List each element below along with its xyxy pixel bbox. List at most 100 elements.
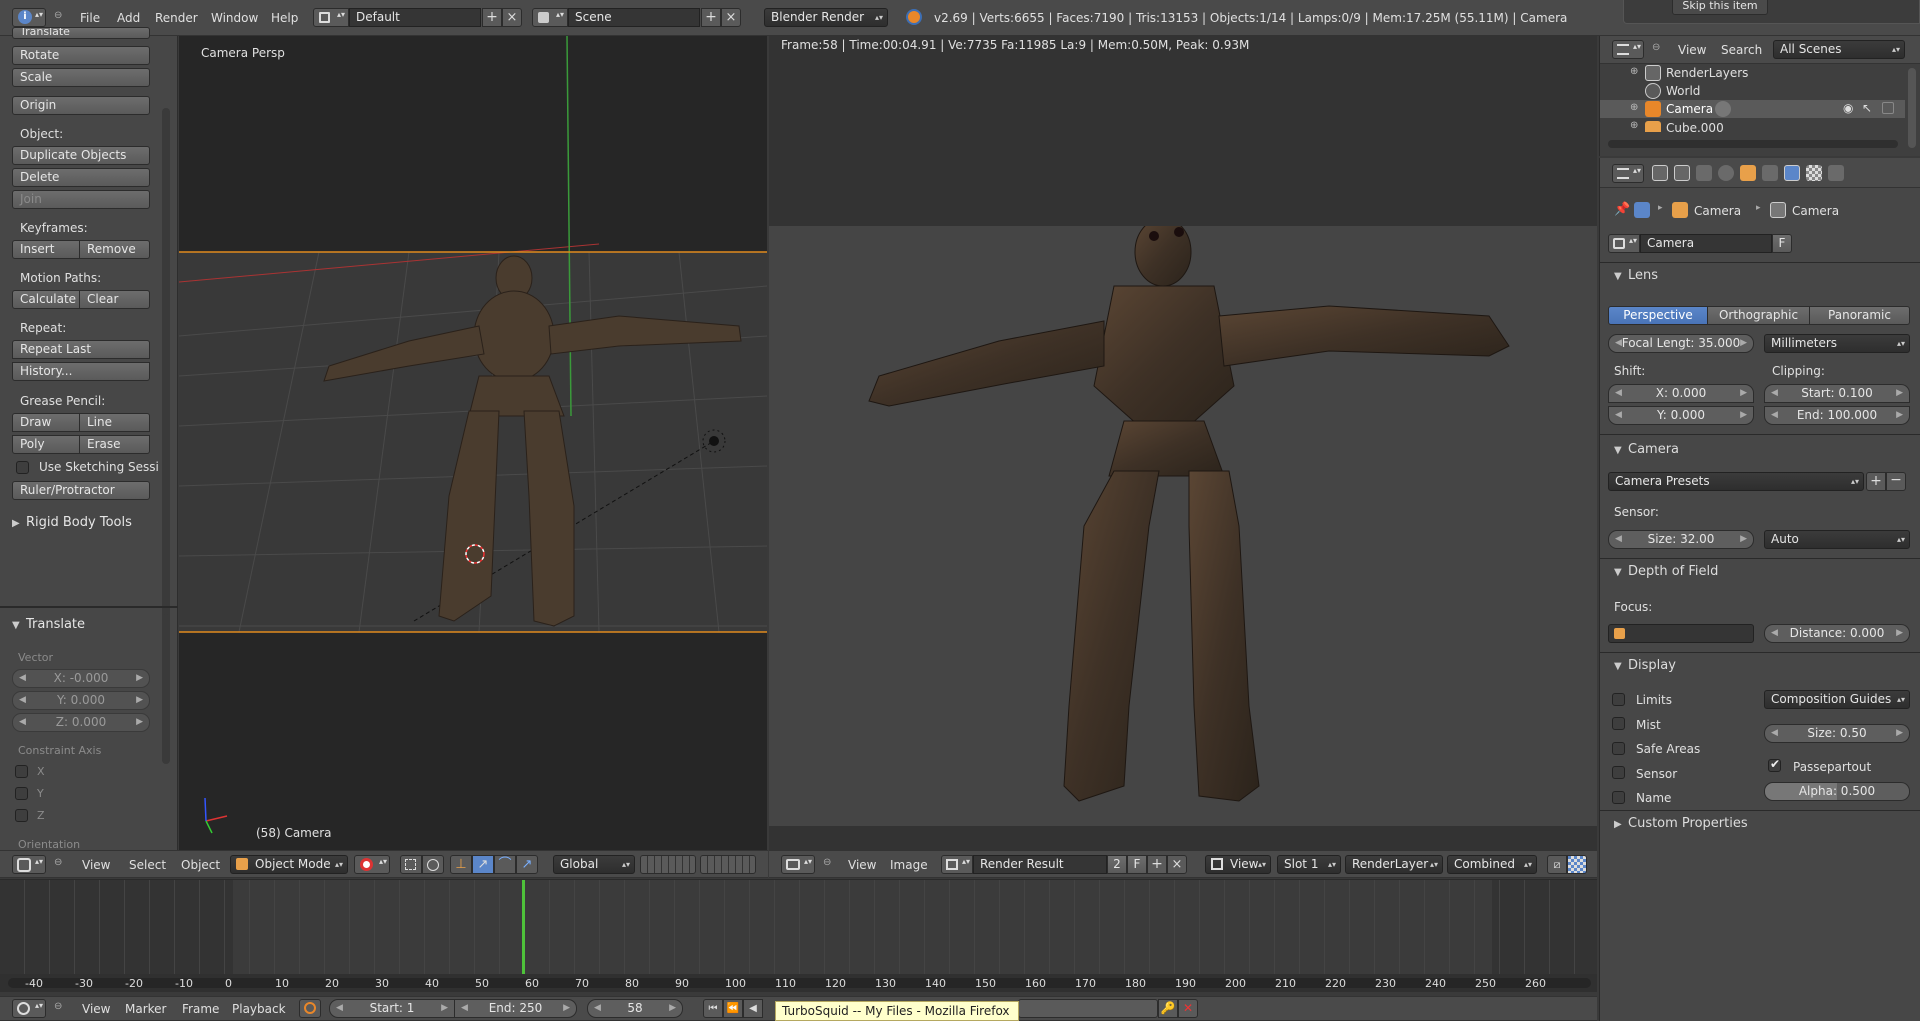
translate-button[interactable]: Translate: [12, 27, 150, 39]
focus-distance-field[interactable]: ◀ Distance: 0.000 ▶: [1764, 624, 1910, 643]
poly-button[interactable]: Poly: [12, 435, 80, 454]
depth-of-field-panel-header[interactable]: ▼ Depth of Field: [1614, 560, 1914, 584]
scale-manipulator-icon[interactable]: ↗: [516, 855, 538, 874]
menu-view[interactable]: View: [82, 858, 110, 872]
sensor-fit-dropdown[interactable]: Auto ▴▾: [1764, 530, 1910, 549]
camera-presets-dropdown[interactable]: Camera Presets ▴▾: [1608, 472, 1864, 491]
new-image-icon[interactable]: +: [1147, 855, 1167, 874]
layout-name-field[interactable]: Default: [349, 8, 481, 27]
insert-keyframe-button[interactable]: Insert: [12, 240, 80, 259]
calculate-paths-button[interactable]: Calculate: [12, 290, 80, 309]
collapse-menu-icon[interactable]: ⊖: [54, 857, 62, 868]
sensor-size-field[interactable]: ◀ Size: 32.00 ▶: [1608, 530, 1754, 549]
scale-button[interactable]: Scale: [12, 68, 150, 87]
safe-areas-checkbox[interactable]: [1612, 742, 1625, 755]
layout-selector-button[interactable]: ▴▾: [313, 8, 349, 27]
timeline[interactable]: [0, 879, 1597, 992]
passepartout-alpha-slider[interactable]: Alpha: 0.500: [1764, 782, 1910, 801]
clip-start-field[interactable]: ◀ Start: 0.100 ▶: [1764, 384, 1910, 403]
editor-type-properties-button[interactable]: ▴▾: [1612, 164, 1644, 183]
record-keyframes-button[interactable]: [299, 999, 321, 1018]
skip-item-button[interactable]: Skip this item: [1672, 0, 1768, 15]
render-camera-icon[interactable]: [1882, 102, 1894, 114]
menu-object[interactable]: Object: [181, 858, 220, 872]
jump-keyframe-back-icon[interactable]: ⏪: [723, 999, 743, 1018]
viewport-shading-button[interactable]: ▴▾: [354, 855, 390, 874]
texture-tab-icon[interactable]: [1806, 165, 1822, 181]
image-users-count[interactable]: 2: [1107, 855, 1127, 874]
object-mode-dropdown[interactable]: Object Mode ▴▾: [230, 855, 348, 874]
join-button[interactable]: Join: [12, 190, 150, 209]
lens-panel-header[interactable]: ▼ Lens: [1614, 264, 1914, 288]
transform-orientation-dropdown[interactable]: Global ▴▾: [553, 855, 635, 874]
add-scene-icon[interactable]: +: [701, 8, 721, 27]
image-name-field[interactable]: Render Result: [973, 855, 1107, 874]
start-frame-field[interactable]: ◀ Start: 1 ▶: [329, 999, 455, 1018]
menu-help[interactable]: Help: [271, 11, 298, 25]
3d-viewport[interactable]: Camera Persp (58) Camera: [179, 36, 767, 850]
render-tab-icon[interactable]: [1652, 165, 1668, 181]
orthographic-toggle[interactable]: Orthographic: [1708, 306, 1810, 325]
collapse-menu-icon[interactable]: ⊖: [1652, 42, 1660, 53]
rotate-manipulator-icon[interactable]: ⌒: [494, 855, 516, 874]
editor-type-image-button[interactable]: ▴▾: [781, 855, 815, 874]
line-button[interactable]: Line: [80, 413, 150, 432]
camera-data-tab-icon[interactable]: [1784, 165, 1800, 181]
origin-button[interactable]: Origin: [12, 96, 150, 115]
current-frame-indicator[interactable]: [522, 880, 525, 974]
add-layout-icon[interactable]: +: [482, 8, 502, 27]
shift-x-field[interactable]: ◀ X: 0.000 ▶: [1608, 384, 1754, 403]
shift-y-field[interactable]: ◀ Y: 0.000 ▶: [1608, 406, 1754, 425]
render-layers-tab-icon[interactable]: [1674, 165, 1690, 181]
panoramic-toggle[interactable]: Panoramic: [1810, 306, 1910, 325]
camera-data-fake-user-button[interactable]: F: [1772, 234, 1792, 253]
rotate-button[interactable]: Rotate: [12, 46, 150, 65]
outliner-vertical-scrollbar[interactable]: [1908, 68, 1916, 148]
draw-button[interactable]: Draw: [12, 413, 80, 432]
perspective-toggle[interactable]: Perspective: [1608, 306, 1708, 325]
physics-tab-icon[interactable]: [1828, 165, 1844, 181]
pin-icon[interactable]: 📌: [1614, 202, 1630, 217]
editor-type-button[interactable]: i ▴▾: [12, 8, 46, 27]
collapse-menu-icon[interactable]: ⊖: [54, 10, 62, 21]
menu-file[interactable]: File: [80, 11, 100, 25]
add-preset-icon[interactable]: +: [1866, 472, 1886, 491]
outliner-row-cube[interactable]: ⊕ Cube.000: [1600, 118, 1905, 132]
outliner-menu-view[interactable]: View: [1678, 43, 1706, 57]
scene-tab-icon[interactable]: [1696, 165, 1712, 181]
outliner-row-renderlayers[interactable]: ⊕ RenderLayers: [1600, 64, 1905, 82]
use-sketching-checkbox[interactable]: [16, 461, 29, 474]
duplicate-objects-button[interactable]: Duplicate Objects: [12, 146, 150, 165]
editor-type-outliner-button[interactable]: ▴▾: [1612, 40, 1644, 59]
vector-z-field[interactable]: ◀ Z: 0.000 ▶: [12, 713, 150, 732]
scene-name-field[interactable]: Scene: [568, 8, 700, 27]
limits-checkbox[interactable]: [1612, 693, 1625, 706]
play-reverse-icon[interactable]: ◀: [743, 999, 763, 1018]
channels-alpha-icon[interactable]: [1567, 855, 1587, 874]
collapse-menu-icon[interactable]: ⊖: [823, 857, 831, 868]
layer-buttons-group-1[interactable]: [640, 855, 696, 874]
delete-button[interactable]: Delete: [12, 168, 150, 187]
end-frame-field[interactable]: ◀ End: 250 ▶: [455, 999, 577, 1018]
erase-button[interactable]: Erase: [80, 435, 150, 454]
history-button[interactable]: History...: [12, 362, 150, 381]
remove-scene-icon[interactable]: ×: [721, 8, 741, 27]
manipulator-toggle-icon[interactable]: ⊥: [450, 855, 472, 874]
focal-length-field[interactable]: ◀ Focal Lengt: 35.000 ▶: [1608, 334, 1754, 353]
passepartout-checkbox[interactable]: [1768, 757, 1781, 772]
timeline-menu-frame[interactable]: Frame: [182, 1002, 219, 1016]
timeline-menu-view[interactable]: View: [82, 1002, 110, 1016]
composition-guides-dropdown[interactable]: Composition Guides ▴▾: [1764, 690, 1910, 709]
layer-buttons-group-2[interactable]: [700, 855, 756, 874]
world-tab-icon[interactable]: [1718, 165, 1734, 181]
constraint-y-checkbox[interactable]: [15, 787, 28, 800]
delete-keyframe-icon[interactable]: ✕: [1178, 999, 1198, 1018]
sensor-checkbox[interactable]: [1612, 766, 1625, 779]
outliner-horizontal-scrollbar[interactable]: [1608, 140, 1898, 148]
channels-color-icon[interactable]: ⧄: [1547, 855, 1567, 874]
editor-type-3dview-button[interactable]: ▴▾: [12, 855, 46, 874]
name-checkbox[interactable]: [1612, 791, 1625, 804]
remove-layout-icon[interactable]: ×: [502, 8, 522, 27]
repeat-last-button[interactable]: Repeat Last: [12, 340, 150, 359]
fake-user-button[interactable]: F: [1127, 855, 1147, 874]
